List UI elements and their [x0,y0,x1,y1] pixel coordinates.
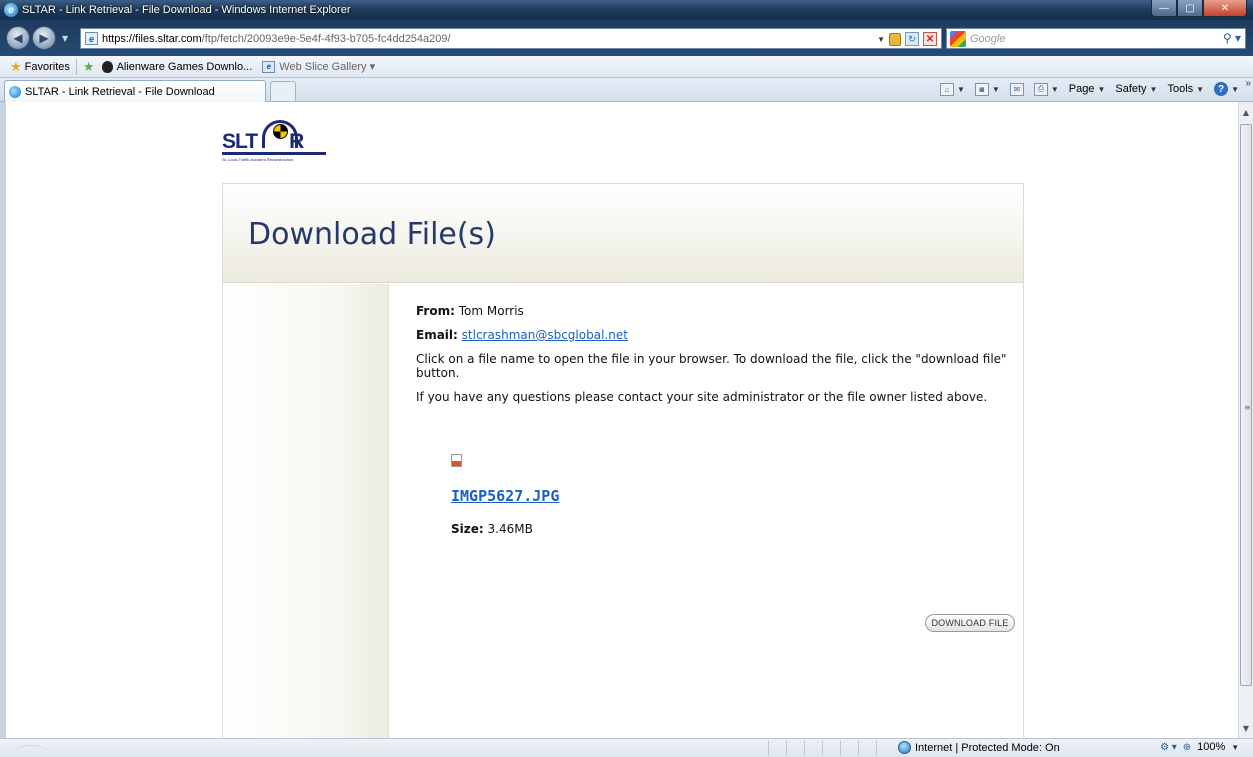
tab-row: SLTAR - Link Retrieval - File Download ⌂… [0,78,1253,102]
search-icon[interactable]: ⚲ ▾ [1223,31,1241,45]
scroll-down-icon[interactable]: ▼ [1239,720,1253,736]
window-title-bar: e SLTAR - Link Retrieval - File Download… [0,0,1253,20]
home-icon: ⌂ [939,82,954,96]
page-title: Download File(s) [248,217,496,252]
logo-text: SLT R [222,130,304,153]
address-dropdown-icon[interactable]: ▼ [877,35,885,44]
sltar-logo[interactable]: SLT R St. Louis Traffic Accident Reconstr… [222,116,332,166]
security-zone-label: Internet | Protected Mode: On [915,741,1060,754]
internet-explorer-icon: e [4,3,18,17]
file-size-value: 3.46MB [487,522,533,536]
from-value: Tom Morris [458,304,524,318]
logo-underline [222,152,326,155]
download-file-button[interactable]: DOWNLOAD FILE [925,614,1015,632]
maximize-button[interactable]: ▢ [1177,0,1203,17]
more-commands-chevron-icon[interactable]: » [1245,78,1251,89]
scrollbar-thumb[interactable]: ≡ [1240,124,1252,686]
status-progress-area [16,745,46,755]
favorite-web-slice-gallery[interactable]: e Web Slice Gallery ▾ [262,60,375,73]
tab-page-icon [9,85,21,98]
vertical-scrollbar[interactable]: ▲ ≡ ▼ [1238,102,1253,738]
email-row: Email: stlcrashman@sbcglobal.net [416,328,1016,342]
lock-icon[interactable] [889,32,901,46]
tab-label: SLTAR - Link Retrieval - File Download [25,85,215,98]
url-path: /ftp/fetch/20093e9e-5e4f-4f93-b705-fc4dd… [201,32,451,45]
alienware-icon [101,60,113,73]
globe-icon [898,741,911,754]
back-button[interactable]: ◀ [6,26,30,50]
forward-icon: ▶ [39,31,49,45]
instructions-text: Click on a file name to open the file in… [416,352,1007,380]
print-icon: ⎙ [1033,82,1048,96]
web-slice-icon: e [262,60,276,73]
email-label: Email: [416,328,458,342]
download-panel: Download File(s) From: Tom Morris Email:… [222,183,1024,738]
protected-mode-icon[interactable]: ⚙ ▾ [1160,742,1177,753]
address-bar[interactable]: e https://files.sltar.com /ftp/fetch/200… [80,28,942,49]
new-tab-button[interactable] [270,81,296,101]
panel-sidebar [223,284,389,738]
favorite-alienware[interactable]: Alienware Games Downlo... [98,60,253,73]
ie-page-icon: e [85,32,98,45]
help-icon: ? [1214,82,1229,96]
window-title: SLTAR - Link Retrieval - File Download -… [22,4,351,16]
minimize-button[interactable]: — [1151,0,1177,17]
tab-active[interactable]: SLTAR - Link Retrieval - File Download [4,80,266,102]
zoom-icon[interactable]: ⊕ [1183,742,1191,753]
email-link[interactable]: stlcrashman@sbcglobal.net [462,328,628,342]
contact-note: If you have any questions please contact… [416,390,988,404]
from-label: From: [416,304,455,318]
favorite-web-slice-label: Web Slice Gallery ▾ [279,61,376,73]
from-row: From: Tom Morris [416,304,1016,318]
help-button[interactable]: ? ▼ [1214,82,1239,96]
feeds-icon: ◙ [974,82,989,96]
print-button[interactable]: ⎙ ▼ [1033,82,1059,96]
status-cells [768,741,894,756]
panel-header: Download File(s) [223,184,1023,283]
forward-button[interactable]: ▶ [32,26,56,50]
google-icon[interactable] [950,30,966,47]
page-menu[interactable]: Page ▼ [1069,83,1106,95]
add-to-favorites-icon[interactable]: ★ [83,59,95,75]
search-input[interactable]: Google ⚲ ▾ [946,28,1246,49]
url-host: https://files.sltar.com [102,32,202,45]
window-controls: — ▢ ✕ [1151,0,1247,18]
read-mail-button[interactable]: ✉ [1009,82,1024,96]
security-zone[interactable]: Internet | Protected Mode: On [898,741,1060,754]
jpg-file-icon[interactable] [451,454,462,467]
safety-menu[interactable]: Safety ▼ [1115,83,1157,95]
safety-menu-label: Safety [1115,83,1147,95]
tools-menu[interactable]: Tools ▼ [1167,83,1204,95]
mail-icon: ✉ [1009,82,1024,96]
page-viewport: SLT R St. Louis Traffic Accident Reconstr… [6,102,1238,738]
search-placeholder: Google [970,32,1006,45]
file-size: Size: 3.46MB [451,522,533,536]
favorites-star-icon[interactable]: ★ [10,59,22,75]
refresh-icon[interactable]: ↻ [905,32,919,46]
logo-tagline: St. Louis Traffic Accident Reconstructio… [222,157,294,162]
feeds-button[interactable]: ◙ ▼ [974,82,1000,96]
download-details: From: Tom Morris Email: stlcrashman@sbcg… [416,304,1016,414]
scroll-up-icon[interactable]: ▲ [1239,104,1253,120]
back-icon: ◀ [13,31,23,45]
home-button[interactable]: ⌂ ▼ [939,82,965,96]
favorites-bar: ★ Favorites ★ Alienware Games Downlo... … [0,56,1253,78]
favorites-button[interactable]: Favorites [25,61,70,73]
address-row: ◀ ▶ ▼ e https://files.sltar.com /ftp/fet… [0,20,1253,56]
tools-menu-label: Tools [1167,83,1194,95]
favorite-alienware-label: Alienware Games Downlo... [116,60,253,73]
file-name-link[interactable]: IMGP5627.JPG [451,489,559,504]
command-bar: ⌂ ▼ ◙ ▼ ✉ ⎙ ▼ Page ▼ Safety ▼ Tools ▼ ? ▼ [939,82,1239,96]
page-menu-label: Page [1068,83,1095,95]
status-tools: ⚙ ▾ ⊕ 100% ▼ [1160,741,1239,753]
recent-pages-dropdown[interactable]: ▼ [62,34,68,43]
zoom-dropdown-icon[interactable]: ▼ [1231,743,1239,752]
file-size-label: Size: [451,522,484,536]
scrollbar-grip-icon: ≡ [1244,403,1251,412]
status-bar: Internet | Protected Mode: On ⚙ ▾ ⊕ 100%… [0,738,1253,757]
stop-icon[interactable]: ✕ [923,32,937,46]
zoom-level[interactable]: 100% [1197,741,1225,753]
favorites-separator [75,58,77,75]
close-button[interactable]: ✕ [1203,0,1247,17]
